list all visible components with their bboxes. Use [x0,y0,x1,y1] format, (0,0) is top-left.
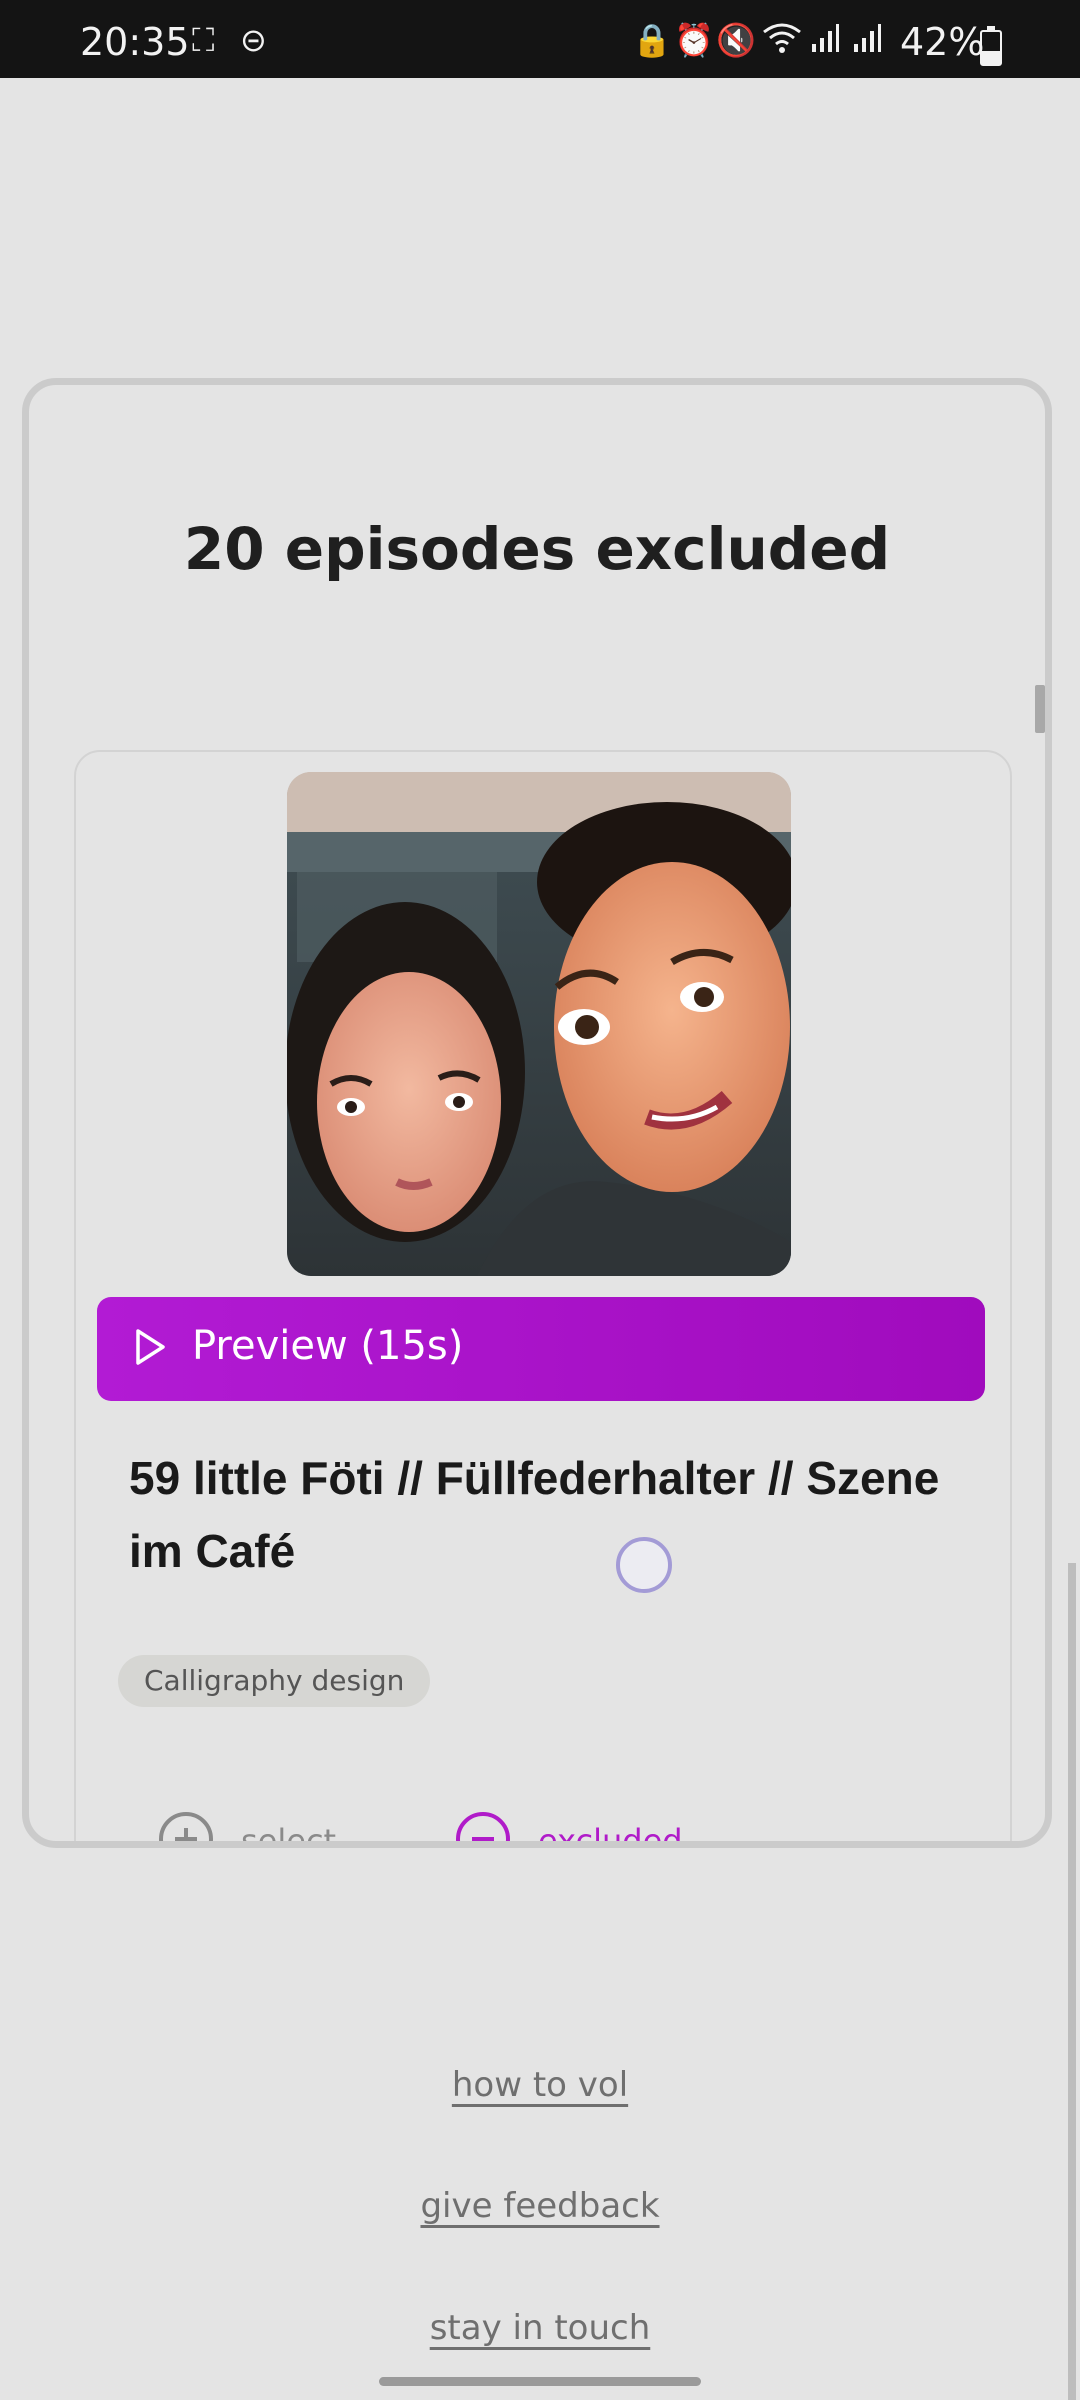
page-scrollbar[interactable] [1068,1563,1076,2400]
excluded-label: excluded [538,1822,683,1848]
home-indicator[interactable] [379,2377,701,2386]
mute-icon: 🔇 [716,21,756,59]
minus-circle-icon [456,1812,510,1841]
excluded-episodes-modal: 20 episodes excluded Preview (15s) 59 li… [22,378,1052,1848]
loading-spinner [616,1537,672,1593]
alarm-icon: ⏰ [674,21,714,59]
wifi-icon [762,22,802,61]
give-feedback-link[interactable]: give feedback [0,2186,1080,2226]
how-to-vol-link[interactable]: how to vol [0,2065,1080,2105]
status-time: 20:35 [80,20,190,64]
battery-icon [980,26,1002,66]
plus-circle-icon [159,1812,213,1841]
do-not-disturb-icon: ⊝ [240,21,267,59]
signal-icon [810,22,840,61]
battery-percent: 42% [900,20,985,64]
category-tag: Calligraphy design [118,1655,431,1707]
preview-button[interactable]: Preview (15s) [97,1297,985,1401]
episode-card: Preview (15s) 59 little Föti // Füllfede… [74,750,1012,1848]
select-label: select [241,1822,337,1848]
vpn-lock-icon: 🔒 [632,21,672,59]
status-bar: 20:35 ⛶ ⊝ 🔒 ⏰ 🔇 42% [0,0,1080,78]
modal-title: 20 episodes excluded [183,515,891,583]
episode-title: 59 little Föti // Füllfederhalter // Sze… [129,1452,940,1577]
preview-label: Preview (15s) [192,1323,464,1369]
episode-cover-image [287,772,791,1276]
play-icon [133,1327,167,1372]
signal-icon [852,22,882,61]
screenshot-frame-icon: ⛶ [192,21,215,59]
stay-in-touch-link[interactable]: stay in touch [0,2308,1080,2348]
modal-scrollbar[interactable] [1035,685,1045,733]
